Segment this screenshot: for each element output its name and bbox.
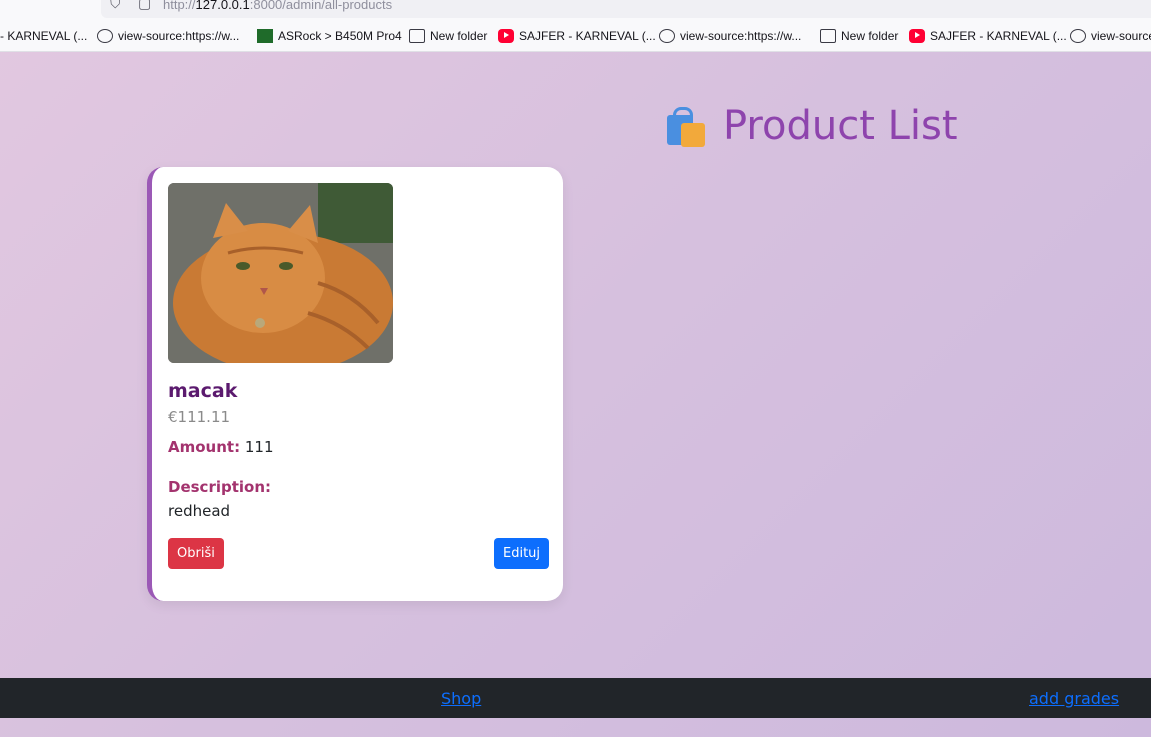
edit-button[interactable]: Edituj: [494, 538, 550, 569]
globe-icon: [97, 29, 113, 43]
shopping-bags-icon: [663, 103, 709, 149]
bookmark-item[interactable]: view-source:https://w...: [659, 28, 801, 44]
product-price: €111.11: [168, 408, 231, 426]
bookmark-label: - KARNEVAL (...: [0, 29, 88, 43]
bookmark-item[interactable]: SAJFER - KARNEVAL (...: [909, 28, 1067, 44]
globe-icon: [1070, 29, 1086, 43]
product-name: macak: [168, 380, 238, 402]
amount-label: Amount:: [168, 438, 241, 456]
bookmark-item[interactable]: SAJFER - KARNEVAL (...: [498, 28, 656, 44]
page-title: Product List: [663, 100, 958, 152]
folder-icon: [409, 29, 425, 43]
url-host: 127.0.0.1: [195, 0, 250, 12]
shop-link[interactable]: Shop: [441, 689, 481, 708]
product-card: macak €111.11 Amount: 111 Description: r…: [147, 167, 563, 601]
bookmark-label: New folder: [841, 29, 899, 43]
url-path: :8000/admin/all-products: [249, 0, 393, 12]
page-title-text: Product List: [723, 103, 958, 149]
bookmark-label: SAJFER - KARNEVAL (...: [519, 29, 656, 43]
bookmark-label: view-source:https://w...: [118, 29, 240, 43]
youtube-icon: [909, 29, 925, 43]
page-icon: ▢: [138, 0, 152, 12]
bookmark-item[interactable]: New folder: [820, 28, 898, 44]
bookmark-label: New folder: [430, 29, 488, 43]
description-text: redhead: [168, 502, 231, 520]
url-text[interactable]: http://127.0.0.1:8000/admin/all-products: [163, 0, 392, 12]
cat-illustration: [168, 183, 393, 363]
bookmark-label: ASRock > B450M Pro4: [278, 29, 402, 43]
delete-button[interactable]: Obriši: [168, 538, 224, 569]
url-prefix: http://: [163, 0, 196, 12]
bookmark-item[interactable]: New folder: [409, 28, 487, 44]
asrock-icon: [257, 29, 273, 43]
bookmark-label: SAJFER - KARNEVAL (...: [930, 29, 1067, 43]
address-bar[interactable]: ⛉ ▢ http://127.0.0.1:8000/admin/all-prod…: [0, 0, 1151, 18]
product-amount: Amount: 111: [168, 438, 274, 456]
shield-icon[interactable]: ⛉: [110, 0, 121, 12]
amount-value: 111: [244, 438, 274, 456]
bookmark-item[interactable]: view-source:https://w...: [97, 28, 239, 44]
folder-icon: [820, 29, 836, 43]
footer: Shop add grades: [0, 678, 1151, 718]
add-grades-link[interactable]: add grades: [1029, 689, 1119, 708]
bookmark-label: view-source:https://w...: [680, 29, 802, 43]
description-label: Description:: [168, 478, 272, 496]
bookmarks-bar: - KARNEVAL (... view-source:https://w...…: [0, 18, 1151, 52]
bookmark-item[interactable]: - KARNEVAL (...: [0, 28, 87, 44]
bookmark-item[interactable]: view-source: [1070, 28, 1151, 44]
bookmark-label: view-source: [1091, 29, 1151, 43]
youtube-icon: [498, 29, 514, 43]
product-image: [168, 183, 393, 363]
bookmark-item[interactable]: ASRock > B450M Pro4: [257, 28, 402, 44]
globe-icon: [659, 29, 675, 43]
